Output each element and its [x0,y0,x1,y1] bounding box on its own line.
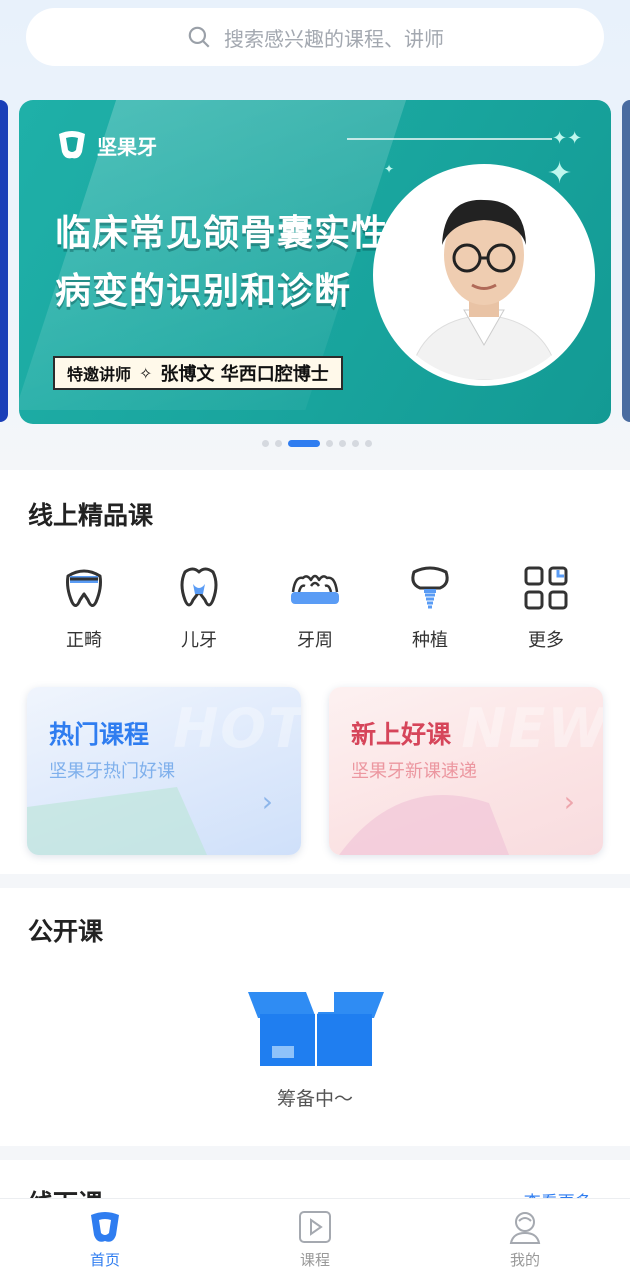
tab-label: 课程 [299,1251,330,1269]
category-children[interactable]: 儿牙 [149,562,249,652]
tab-profile[interactable]: 我的 [485,1209,565,1270]
banner-deco-line [347,138,552,140]
user-icon [509,1212,541,1244]
more-grid-icon [524,566,568,610]
category-label: 正畸 [66,630,102,651]
promo-hot-courses[interactable]: HOT 热门课程 坚果牙热门好课 › [27,687,301,855]
promo-new-courses[interactable]: NEW 新上好课 坚果牙新课速递 › [329,687,603,855]
empty-box-icon [248,992,384,1066]
carousel-dot[interactable] [352,440,359,447]
banner-headline-line2: 病变的识别和诊断 [55,271,352,312]
chevron-right-icon: › [563,785,575,818]
category-periodontal[interactable]: 牙周 [265,562,365,652]
banner-brand: 坚果牙 [97,134,157,159]
sparkle-icon: ✦✦ [552,128,583,149]
carousel-dot[interactable] [275,440,282,447]
bottom-tab-bar: 首页 课程 我的 [0,1198,630,1280]
periodontal-icon [291,574,339,604]
speaker-name: 张博文 华西口腔博士 [160,364,329,385]
category-more[interactable]: 更多 [496,562,596,652]
promo-subtitle: 坚果牙新课速递 [351,761,477,782]
orthodontic-tooth-icon [66,569,102,607]
carousel-dot[interactable] [365,440,372,447]
category-orthodontics[interactable]: 正畸 [34,562,134,652]
chevron-right-icon: › [261,785,273,818]
promo-bg-word: HOT [173,697,301,760]
speaker-tag-prefix: 特邀讲师 [67,365,132,384]
tab-home[interactable]: 首页 [65,1209,145,1270]
promo-title: 热门课程 [49,720,150,749]
empty-state-text: 筹备中～ [276,1088,353,1110]
next-banner-peek[interactable] [622,100,630,422]
banner-headline-line1: 临床常见颌骨囊实性 [55,213,389,254]
carousel-dot[interactable] [288,440,320,447]
search-bar[interactable]: 搜索感兴趣的课程、讲师 [26,8,604,66]
tab-label: 首页 [89,1251,120,1269]
tooth-logo-icon [59,131,85,159]
promo-bg-word: NEW [461,697,603,760]
online-section-title: 线上精品课 [28,501,154,530]
tag-separator: ✧ [139,363,153,383]
implant-icon [411,566,449,609]
search-placeholder: 搜索感兴趣的课程、讲师 [224,26,444,51]
home-tooth-icon [91,1212,119,1242]
category-label: 儿牙 [181,630,217,651]
open-course-title: 公开课 [28,917,104,946]
carousel-dot[interactable] [339,440,346,447]
search-icon [188,26,210,48]
promo-title: 新上好课 [351,720,452,749]
category-label: 更多 [528,630,564,651]
tab-courses[interactable]: 课程 [275,1209,355,1270]
sparkle-icon: ✦ [384,162,395,176]
prev-banner-peek[interactable] [0,100,8,422]
promo-decoration [27,787,207,855]
promo-decoration [339,794,509,855]
speaker-portrait [373,164,595,386]
speaker-tag: 特邀讲师 ✧ 张博文 华西口腔博士 [53,356,343,390]
banner-logo: 坚果牙 [55,128,157,162]
category-implant[interactable]: 种植 [380,562,480,652]
child-tooth-icon [180,567,218,607]
course-banner[interactable]: 坚果牙 ✦✦ ✦ ✦ 临床常见颌骨囊实性 病变的识别和诊断 特邀讲师 ✧ 张博文… [19,100,611,424]
carousel-dot[interactable] [262,440,269,447]
category-label: 牙周 [297,630,333,651]
category-label: 种植 [412,630,448,651]
tab-label: 我的 [509,1251,540,1269]
carousel-dot[interactable] [326,440,333,447]
promo-subtitle: 坚果牙热门好课 [49,761,175,782]
play-icon [299,1211,331,1243]
carousel-dots [262,440,372,447]
